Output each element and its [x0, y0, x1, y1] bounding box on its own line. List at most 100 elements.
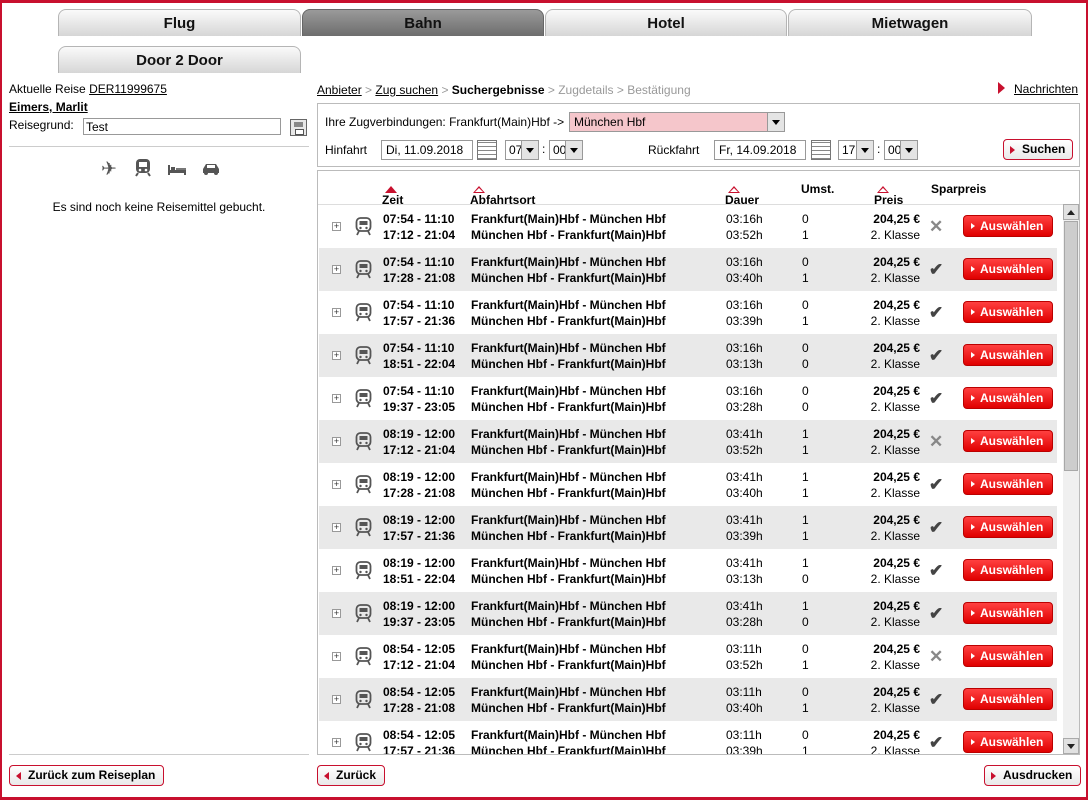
expand-icon[interactable]: +: [332, 437, 341, 446]
expand-icon[interactable]: +: [332, 308, 341, 317]
return-hour-value: 17: [842, 143, 856, 157]
select-button[interactable]: Auswählen: [963, 344, 1053, 366]
outbound-changes: 0: [802, 642, 809, 656]
tab-hotel[interactable]: Hotel: [545, 9, 787, 36]
expand-icon[interactable]: +: [332, 222, 341, 231]
header-from[interactable]: Abfahrtsort: [470, 182, 535, 207]
header-duration[interactable]: Dauer: [725, 182, 759, 207]
search-form: Ihre Zugverbindungen: Frankfurt(Main)Hbf…: [317, 103, 1080, 167]
price-value: 204,25 €: [873, 513, 920, 527]
outbound-date-input[interactable]: Di, 11.09.2018: [381, 140, 473, 160]
tab-mietwagen[interactable]: Mietwagen: [788, 9, 1032, 36]
chevron-down-icon[interactable]: [767, 113, 784, 131]
tab-door-2-door[interactable]: Door 2 Door: [58, 46, 301, 73]
breadcrumb-anbieter[interactable]: Anbieter: [317, 83, 362, 97]
expand-icon[interactable]: +: [332, 695, 341, 704]
trip-id-link[interactable]: DER11999675: [89, 82, 167, 96]
expand-icon[interactable]: +: [332, 566, 341, 575]
table-header: Zeit Abfahrtsort Dauer Umst. Preis Sparp…: [318, 171, 1079, 207]
select-button[interactable]: Auswählen: [963, 430, 1053, 452]
destination-select[interactable]: München Hbf: [569, 112, 785, 132]
select-button[interactable]: Auswählen: [963, 516, 1053, 538]
breadcrumb-separator: >: [361, 83, 376, 97]
select-button[interactable]: Auswählen: [963, 688, 1053, 710]
chevron-down-icon[interactable]: [565, 141, 582, 159]
select-button[interactable]: Auswählen: [963, 473, 1053, 495]
return-date-input[interactable]: Fr, 14.09.2018: [714, 140, 806, 160]
return-time: 17:12 - 21:04: [383, 443, 456, 457]
header-time[interactable]: Zeit: [382, 182, 403, 207]
chevron-down-icon[interactable]: [900, 141, 917, 159]
return-duration: 03:39h: [726, 744, 763, 755]
class-value: 2. Klasse: [870, 529, 920, 543]
scroll-thumb[interactable]: [1064, 221, 1078, 471]
scrollbar[interactable]: [1063, 204, 1079, 754]
outbound-time: 07:54 - 11:10: [383, 384, 455, 398]
return-hour-select[interactable]: 17: [838, 140, 874, 160]
print-button[interactable]: Ausdrucken: [984, 765, 1082, 786]
return-duration: 03:52h: [726, 658, 763, 672]
table-row: +07:54 - 11:10 17:12 - 21:04 Frankfurt(Mai…: [319, 205, 1057, 248]
train-icon: [355, 389, 372, 408]
calendar-icon[interactable]: [477, 140, 497, 160]
price-cell: 204,25 € 2. Klasse: [839, 598, 920, 630]
header-price[interactable]: Preis: [874, 182, 903, 207]
table-row: +07:54 - 11:10 17:57 - 21:36 Frankfurt(Mai…: [319, 291, 1057, 334]
return-changes: 1: [802, 314, 809, 328]
select-button[interactable]: Auswählen: [963, 602, 1053, 624]
expand-icon[interactable]: +: [332, 394, 341, 403]
select-button[interactable]: Auswählen: [963, 215, 1053, 237]
calendar-icon[interactable]: [811, 140, 831, 160]
outbound-hour-select[interactable]: 07: [505, 140, 539, 160]
select-button[interactable]: Auswählen: [963, 645, 1053, 667]
expand-icon[interactable]: +: [332, 523, 341, 532]
chevron-down-icon[interactable]: [856, 141, 873, 159]
back-to-plan-button[interactable]: Zurück zum Reiseplan: [9, 765, 165, 786]
bed-icon: [165, 158, 189, 183]
scroll-down-icon[interactable]: [1063, 738, 1079, 754]
tab-bahn[interactable]: Bahn: [302, 9, 544, 36]
chevron-down-icon[interactable]: [521, 141, 538, 159]
price-value: 204,25 €: [873, 599, 920, 613]
traveler-name-link[interactable]: Eimers, Marlit: [9, 100, 88, 114]
outbound-changes: 0: [802, 212, 809, 226]
train-icon: [355, 561, 372, 580]
tab-flug[interactable]: Flug: [58, 9, 301, 36]
news-link-container[interactable]: Nachrichten: [998, 82, 1078, 96]
return-minute-select[interactable]: 00: [884, 140, 918, 160]
news-link[interactable]: Nachrichten: [1014, 82, 1078, 96]
time-cell: 08:19 - 12:00 19:37 - 23:05: [383, 598, 455, 630]
reason-input[interactable]: [83, 118, 281, 135]
breadcrumb-zug-suchen[interactable]: Zug suchen: [375, 83, 438, 97]
expand-icon[interactable]: +: [332, 609, 341, 618]
expand-icon[interactable]: +: [332, 738, 341, 747]
expand-icon[interactable]: +: [332, 652, 341, 661]
changes-cell: 01: [802, 684, 809, 716]
airplane-icon: ✈: [101, 159, 117, 180]
checkmark-icon: ✔: [929, 518, 944, 537]
expand-icon[interactable]: +: [332, 480, 341, 489]
select-button[interactable]: Auswählen: [963, 301, 1053, 323]
save-reason-icon[interactable]: [290, 119, 307, 136]
select-button[interactable]: Auswählen: [963, 731, 1053, 753]
duration-cell: 03:11h 03:52h: [726, 641, 763, 673]
return-route: München Hbf - Frankfurt(Main)Hbf: [471, 701, 666, 715]
select-button[interactable]: Auswählen: [963, 559, 1053, 581]
time-cell: 08:19 - 12:00 17:12 - 21:04: [383, 426, 455, 458]
select-button[interactable]: Auswählen: [963, 258, 1053, 280]
outbound-minute-select[interactable]: 00: [549, 140, 583, 160]
outbound-time: 08:54 - 12:05: [383, 685, 456, 699]
back-button[interactable]: Zurück: [317, 765, 386, 786]
outbound-time: 07:54 - 11:10: [383, 341, 455, 355]
outbound-time: 07:54 - 11:10: [383, 212, 455, 226]
return-duration: 03:28h: [726, 615, 763, 629]
expand-icon[interactable]: +: [332, 351, 341, 360]
train-icon: [355, 260, 372, 279]
scroll-up-icon[interactable]: [1063, 204, 1079, 220]
search-button[interactable]: Suchen: [1003, 139, 1073, 160]
expand-icon[interactable]: +: [332, 265, 341, 274]
return-route: München Hbf - Frankfurt(Main)Hbf: [471, 486, 666, 500]
select-button[interactable]: Auswählen: [963, 387, 1053, 409]
train-icon: [355, 432, 372, 451]
checkmark-icon: ✔: [929, 389, 944, 408]
